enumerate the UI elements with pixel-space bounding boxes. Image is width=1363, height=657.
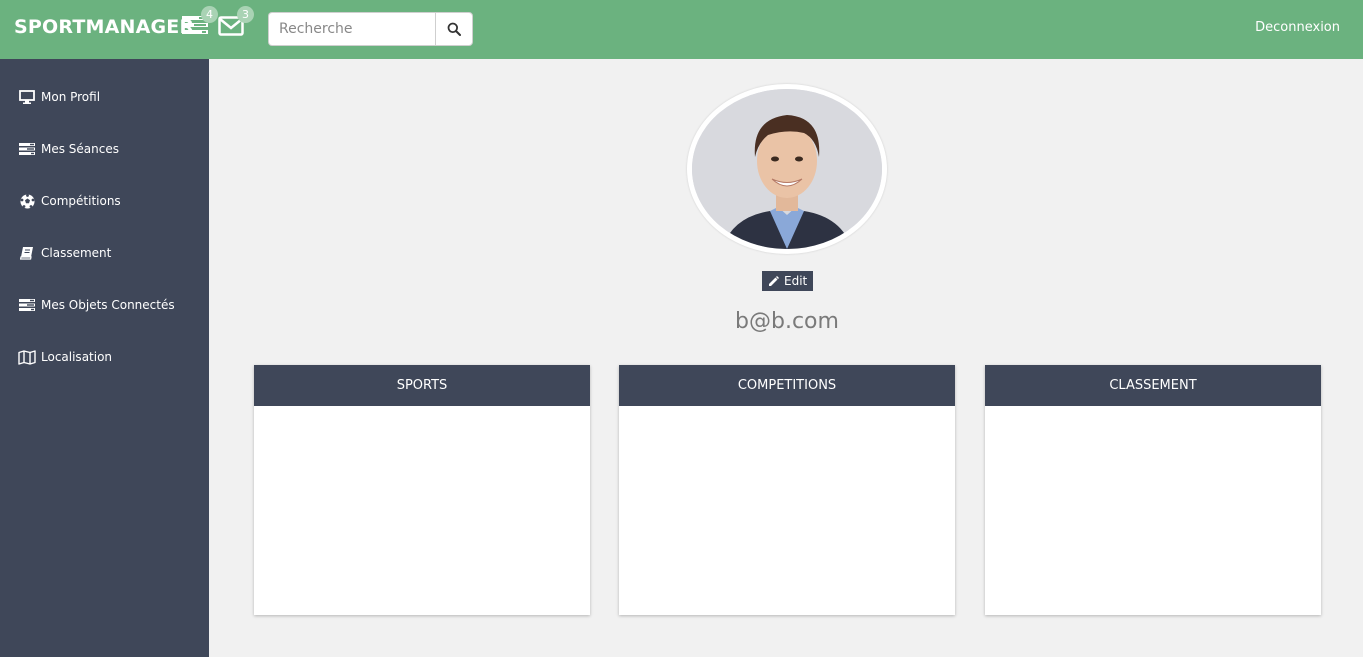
- card-title: SPORTS: [254, 365, 590, 406]
- map-icon: [18, 349, 36, 365]
- tasks-icon: [18, 297, 36, 313]
- notifications-badge: 4: [201, 6, 218, 23]
- sidebar: Mon Profil Mes Séances Compétitions Clas…: [0, 59, 209, 657]
- sidebar-item-label: Localisation: [41, 350, 113, 364]
- edit-profile-button[interactable]: Edit: [762, 271, 814, 291]
- profile-photo: [692, 89, 882, 249]
- sidebar-item-mon-profil[interactable]: Mon Profil: [18, 86, 100, 108]
- edit-label: Edit: [784, 274, 808, 288]
- avatar: [687, 84, 887, 254]
- logout-link[interactable]: Deconnexion: [1255, 20, 1340, 35]
- competitions-card: COMPETITIONS: [619, 365, 955, 615]
- sidebar-item-classement[interactable]: Classement: [18, 242, 111, 264]
- sidebar-item-competitions[interactable]: Compétitions: [18, 190, 121, 212]
- search-input[interactable]: [268, 12, 435, 46]
- card-title: COMPETITIONS: [619, 365, 955, 406]
- classement-card: CLASSEMENT: [985, 365, 1321, 615]
- search-button[interactable]: [435, 12, 473, 46]
- card-title: CLASSEMENT: [985, 365, 1321, 406]
- sidebar-item-label: Mes Objets Connectés: [41, 298, 175, 312]
- brand-logo[interactable]: SPORTMANAGER: [14, 16, 194, 38]
- sidebar-item-mes-seances[interactable]: Mes Séances: [18, 138, 119, 160]
- messages-button[interactable]: 3: [218, 6, 254, 42]
- sports-card: SPORTS: [254, 365, 590, 615]
- sidebar-item-mes-objets-connectes[interactable]: Mes Objets Connectés: [18, 294, 175, 316]
- soccer-ball-icon: [18, 193, 36, 209]
- sidebar-item-label: Classement: [41, 246, 112, 260]
- monitor-icon: [18, 89, 36, 105]
- user-email: b@b.com: [735, 309, 839, 334]
- sidebar-item-label: Mes Séances: [41, 142, 119, 156]
- main-content: Edit b@b.com SPORTS COMPETITIONS CLASSEM…: [209, 59, 1363, 657]
- messages-badge: 3: [237, 6, 254, 23]
- notifications-button[interactable]: 4: [182, 6, 218, 42]
- person-portrait-icon: [692, 89, 882, 249]
- sidebar-item-label: Compétitions: [41, 194, 121, 208]
- book-icon: [18, 245, 36, 261]
- top-navbar: SPORTMANAGER 4 3 Deconnexion: [0, 0, 1363, 59]
- search-bar: [268, 12, 473, 46]
- tasks-icon: [18, 141, 36, 157]
- pencil-icon: [769, 275, 779, 286]
- sidebar-item-localisation[interactable]: Localisation: [18, 346, 112, 368]
- search-icon: [447, 22, 461, 36]
- sidebar-item-label: Mon Profil: [41, 90, 101, 104]
